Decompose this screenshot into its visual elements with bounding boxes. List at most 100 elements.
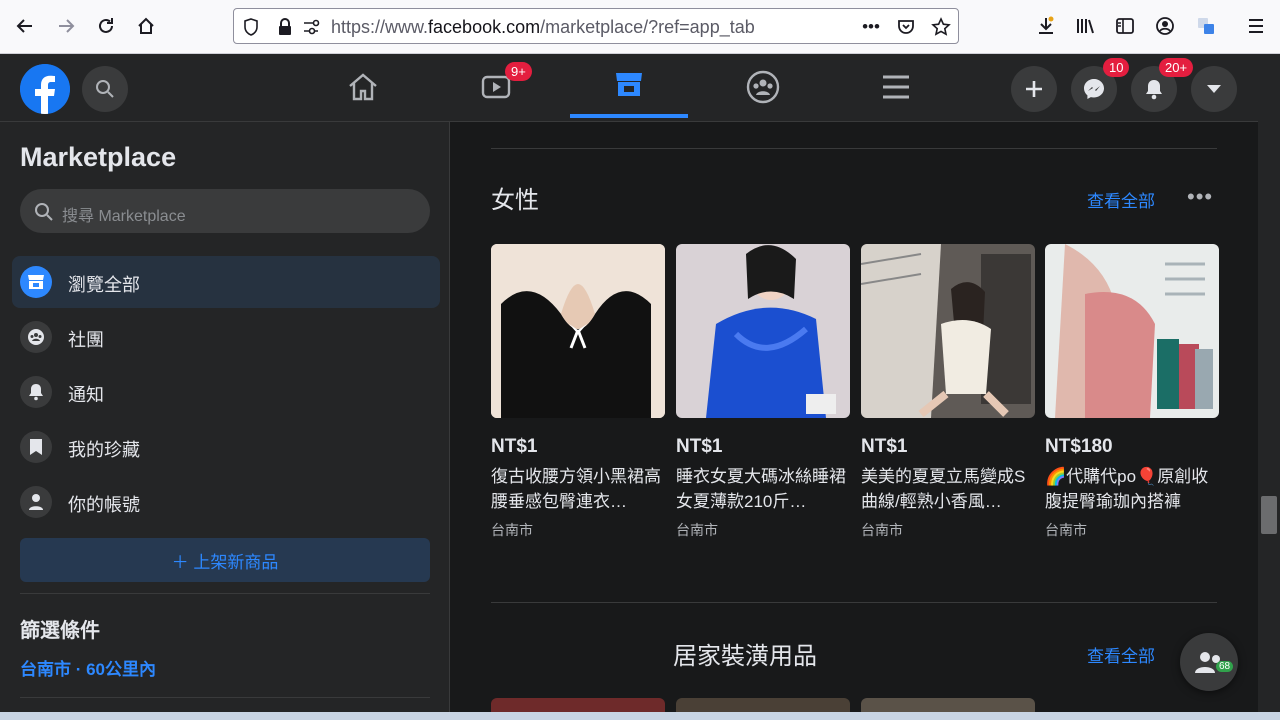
bookmark-icon xyxy=(20,431,52,463)
create-button[interactable] xyxy=(1011,66,1057,112)
back-icon[interactable] xyxy=(12,13,38,39)
listing-image[interactable] xyxy=(676,244,850,418)
scrollbar-thumb[interactable] xyxy=(1261,496,1277,534)
nav-groups-tab[interactable] xyxy=(704,54,822,120)
bookmark-star-icon[interactable] xyxy=(930,16,952,38)
translate-icon[interactable] xyxy=(1193,13,1219,39)
sidebar-item-label: 我的珍藏 xyxy=(68,440,140,460)
url-bar[interactable]: https://www.facebook.com/marketplace/?re… xyxy=(233,8,959,44)
groups-icon xyxy=(746,70,780,104)
sidebar-title: Marketplace xyxy=(20,142,177,172)
groups-icon xyxy=(20,321,52,353)
location-filter-link[interactable]: 台南市 · 60公里內 xyxy=(20,655,156,680)
bell-icon xyxy=(1146,80,1162,100)
page-actions-icon[interactable]: ••• xyxy=(860,16,882,38)
messenger-icon xyxy=(1084,79,1104,99)
permissions-icon[interactable] xyxy=(300,16,322,38)
os-taskbar xyxy=(0,712,1280,720)
notifications-button[interactable]: 20+ xyxy=(1131,58,1194,112)
filters-title: 篩選條件 xyxy=(20,620,100,642)
section-divider xyxy=(491,148,1217,149)
marketplace-feed: 女性 查看全部 ••• NT$1 復古收腰方領小黑裙高腰垂感包臀連衣… 台南市 xyxy=(451,122,1258,720)
listing-location: 台南市 xyxy=(676,522,718,538)
nav-home-tab[interactable] xyxy=(304,54,422,120)
forward-icon[interactable] xyxy=(53,13,79,39)
sidebar-item-account[interactable]: 你的帳號 xyxy=(12,476,440,528)
listing-card[interactable]: NT$1 睡衣女夏大碼冰絲睡裙女夏薄款210斤… 台南市 xyxy=(676,244,850,538)
sidebar-item-label: 通知 xyxy=(68,385,104,405)
store-icon xyxy=(616,73,642,96)
listing-price: NT$1 xyxy=(491,436,538,457)
url-text: https://www.facebook.com/marketplace/?re… xyxy=(331,17,755,37)
menu-icon[interactable] xyxy=(1243,13,1269,39)
account-menu-button[interactable] xyxy=(1191,66,1237,112)
listing-title: 美美的夏夏立馬變成S曲線/輕熟小香風… xyxy=(861,467,1026,511)
search-button[interactable] xyxy=(82,66,128,112)
section-title-women: 女性 xyxy=(491,187,539,214)
house-icon xyxy=(349,73,377,101)
listing-location: 台南市 xyxy=(861,522,903,538)
notifications-badge: 20+ xyxy=(1159,58,1194,77)
listing-card[interactable]: NT$180 🌈代購代po🎈原創收腹提臀瑜珈內搭褲 台南市 xyxy=(1045,244,1219,538)
listing-card[interactable]: NT$1 復古收腰方領小黑裙高腰垂感包臀連衣… 台南市 xyxy=(491,244,665,538)
hamburger-icon xyxy=(883,75,909,99)
listing-price: NT$1 xyxy=(676,436,723,457)
nav-watch-tab[interactable]: 9+ xyxy=(437,54,555,120)
store-icon xyxy=(20,266,52,298)
see-all-link[interactable]: 查看全部 xyxy=(1087,642,1155,667)
watch-badge: 9+ xyxy=(505,62,532,81)
messenger-button[interactable]: 10 xyxy=(1071,58,1130,112)
messenger-badge: 10 xyxy=(1103,58,1130,77)
listing-price: NT$1 xyxy=(861,436,908,457)
browser-toolbar: https://www.facebook.com/marketplace/?re… xyxy=(0,0,1280,54)
library-icon[interactable] xyxy=(1072,13,1098,39)
sidebar-item-notifications[interactable]: 通知 xyxy=(12,366,440,418)
section-title-home: 居家裝潢用品 xyxy=(673,643,817,670)
listing-image[interactable] xyxy=(1045,244,1219,418)
plus-icon xyxy=(1026,81,1042,97)
marketplace-search-input[interactable]: 搜尋 Marketplace xyxy=(20,189,430,233)
nav-menu-tab[interactable] xyxy=(837,54,955,120)
search-icon xyxy=(96,80,114,98)
sidebar-item-label: 社團 xyxy=(68,330,104,350)
person-icon xyxy=(20,486,52,518)
sidebar-item-groups[interactable]: 社團 xyxy=(12,311,440,363)
reload-icon[interactable] xyxy=(93,13,119,39)
section-divider xyxy=(491,602,1217,603)
pocket-icon[interactable] xyxy=(895,16,917,38)
listing-image[interactable] xyxy=(491,244,665,418)
search-icon xyxy=(35,203,53,221)
listing-title: 復古收腰方領小黑裙高腰垂感包臀連衣… xyxy=(491,467,661,511)
sidebar-divider xyxy=(20,697,430,698)
sidebar-icon[interactable] xyxy=(1112,13,1138,39)
listing-card[interactable]: NT$1 美美的夏夏立馬變成S曲線/輕熟小香風… 台南市 xyxy=(861,244,1035,538)
sidebar-item-label: 你的帳號 xyxy=(68,495,140,515)
bell-icon xyxy=(20,376,52,408)
listing-title: 🌈代購代po🎈原創收腹提臀瑜珈內搭褲 xyxy=(1045,467,1209,511)
create-listing-button[interactable]: ＋ 上架新商品 xyxy=(20,538,430,582)
search-placeholder: 搜尋 Marketplace xyxy=(62,208,186,225)
sidebar-item-saved[interactable]: 我的珍藏 xyxy=(12,421,440,473)
sidebar-item-label: 瀏覽全部 xyxy=(68,275,140,295)
listing-image[interactable] xyxy=(861,244,1035,418)
nav-marketplace-tab[interactable] xyxy=(570,54,688,118)
page-scrollbar[interactable] xyxy=(1258,54,1280,720)
listing-location: 台南市 xyxy=(491,522,533,538)
facebook-header: 9+ 10 20+ xyxy=(0,54,1258,122)
more-options-button[interactable]: ••• xyxy=(1187,184,1213,210)
download-icon[interactable] xyxy=(1033,13,1059,39)
contacts-badge: 68 xyxy=(1216,661,1234,672)
listing-location: 台南市 xyxy=(1045,522,1087,538)
lock-icon[interactable] xyxy=(274,16,296,38)
sidebar-item-browse-all[interactable]: 瀏覽全部 xyxy=(12,256,440,308)
facebook-logo[interactable] xyxy=(20,64,70,114)
new-message-button[interactable]: 68 xyxy=(1180,633,1238,691)
home-icon[interactable] xyxy=(133,13,159,39)
listing-price: NT$180 xyxy=(1045,436,1113,457)
listing-title: 睡衣女夏大碼冰絲睡裙女夏薄款210斤… xyxy=(676,467,846,511)
caret-down-icon xyxy=(1207,85,1221,93)
see-all-link[interactable]: 查看全部 xyxy=(1087,187,1155,212)
account-icon[interactable] xyxy=(1152,13,1178,39)
marketplace-sidebar: Marketplace 搜尋 Marketplace 瀏覽全部 社團 通知 我的… xyxy=(0,122,450,720)
shield-icon[interactable] xyxy=(240,16,262,38)
